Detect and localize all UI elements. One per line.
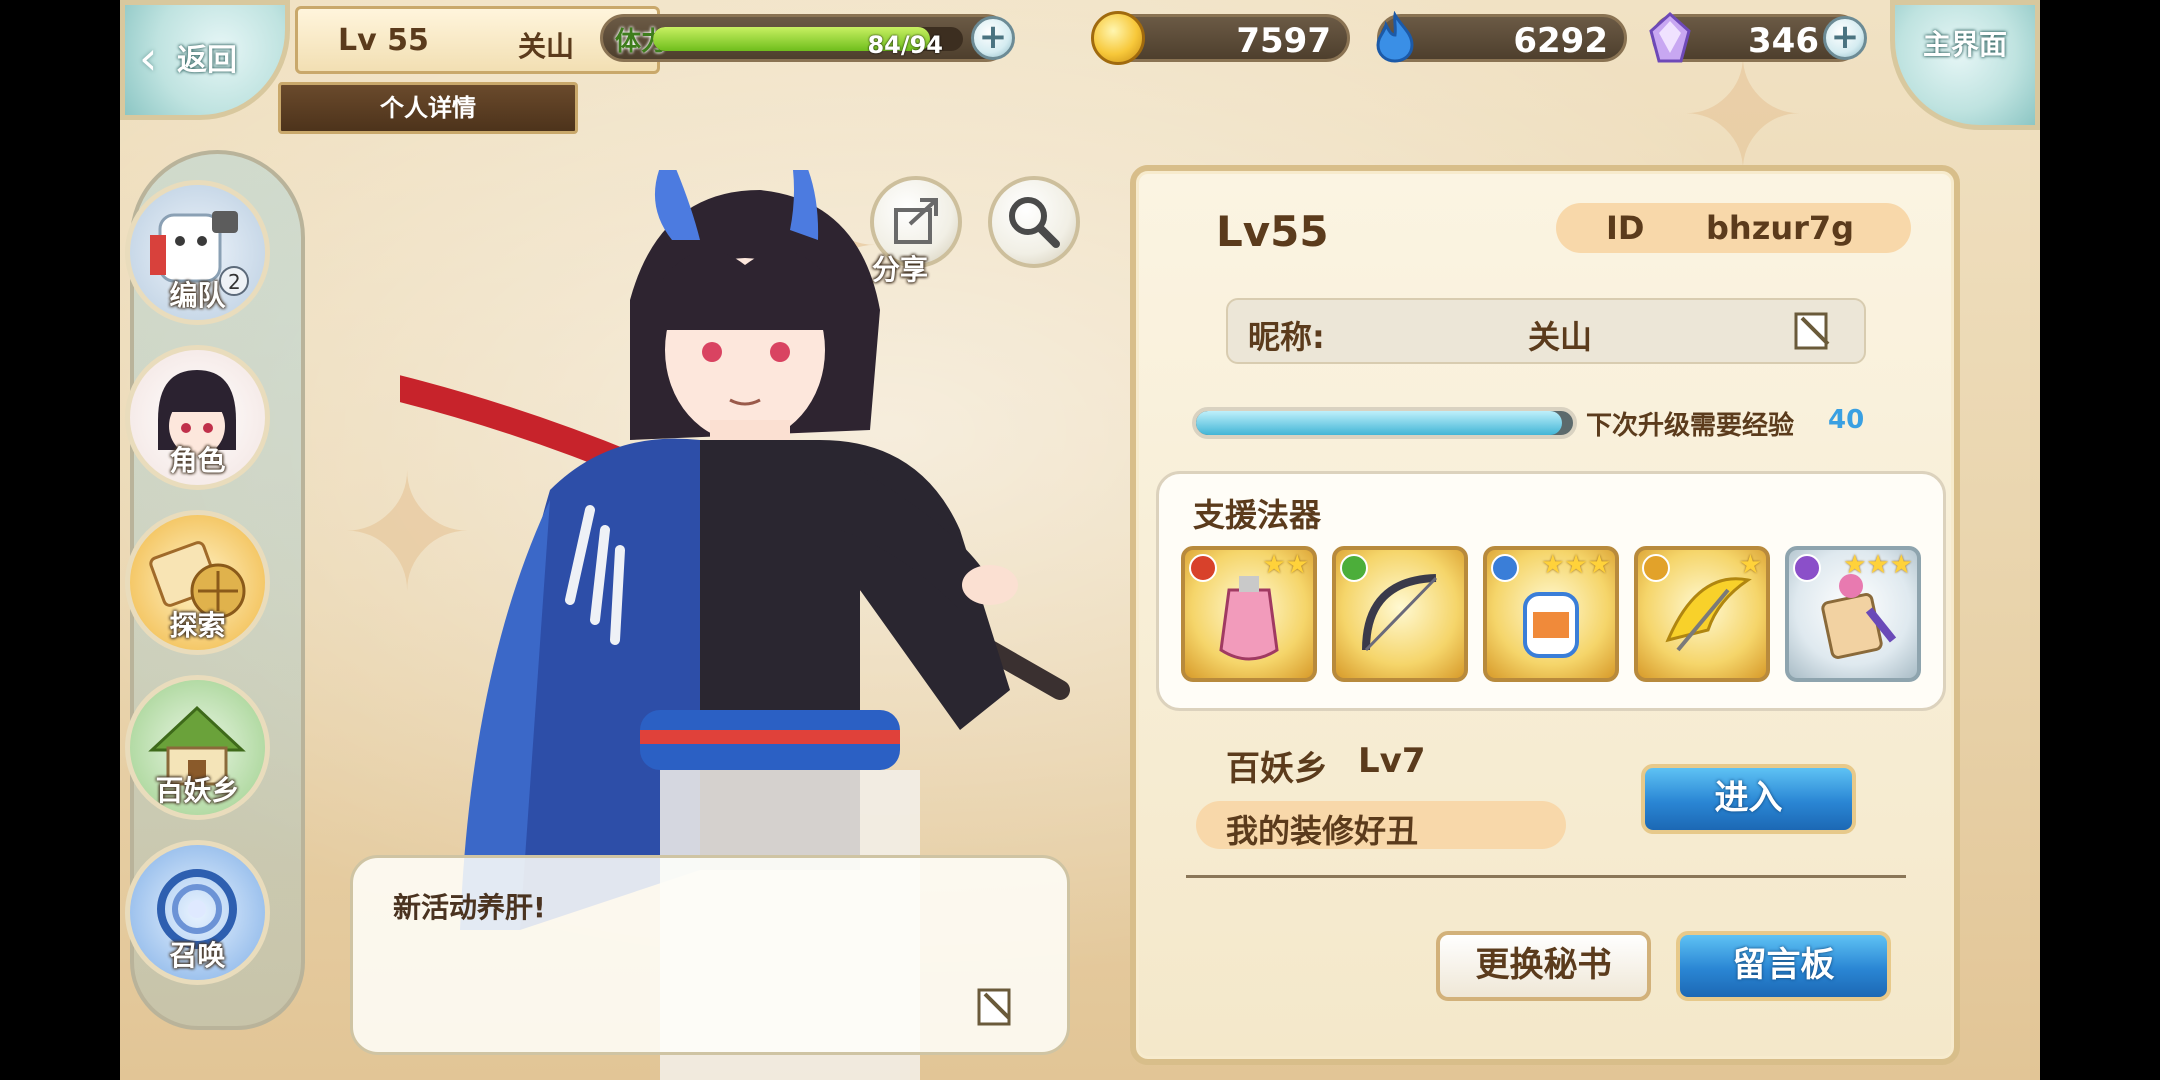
stamina-value: 84/94 xyxy=(867,31,943,59)
exp-value: 40 xyxy=(1828,405,1865,435)
player-level: Lv 55 xyxy=(338,23,429,58)
artifact-slot-3[interactable]: ★★★ xyxy=(1483,546,1619,682)
dark-bow-icon xyxy=(1362,574,1438,652)
nickname-value: 关山 xyxy=(1528,318,1593,356)
back-button[interactable]: ‹ 返回 xyxy=(120,0,290,120)
artifact-slot-1[interactable]: ★★ xyxy=(1181,546,1317,682)
nav-village-button[interactable]: 百妖乡 xyxy=(125,675,270,820)
magnifier-icon xyxy=(1009,197,1060,248)
main-menu-button[interactable]: 主界面 xyxy=(1890,0,2040,130)
profile-level: Lv55 xyxy=(1216,207,1329,256)
village-label: 百妖乡 xyxy=(1226,749,1328,789)
exp-progress-fill xyxy=(1196,411,1562,435)
artifact-slot-4[interactable]: ★ xyxy=(1634,546,1770,682)
panel-divider xyxy=(1186,875,1906,878)
blue-flame-counter: 6292 xyxy=(1376,10,1627,63)
crystal-icon xyxy=(1643,11,1697,65)
gold-value: 7597 xyxy=(1236,21,1331,61)
stage: ✦ ✦ ✦ ‹ 返回 Lv 55 关山 个人详情 体力 84/94 + 7597… xyxy=(120,0,2040,1080)
back-arrow-icon: ‹ xyxy=(139,31,158,85)
main-menu-label: 主界面 xyxy=(1923,28,2008,61)
artifact-slot-2[interactable] xyxy=(1332,546,1468,682)
crystal-counter: 346 + xyxy=(1649,11,1867,63)
edit-bubble-icon[interactable] xyxy=(973,984,1017,1028)
profile-panel: Lv55 ID bhzur7g 昵称: 关山 下次升级需要经验 40 支援法器 … xyxy=(1130,165,1960,1065)
jar-charm-icon xyxy=(1523,592,1579,658)
nav-character-button[interactable]: 角色 xyxy=(125,345,270,490)
blue-flame-value: 6292 xyxy=(1513,21,1608,61)
player-name: 关山 xyxy=(518,30,575,63)
nav-team-button[interactable]: 2 编队 xyxy=(125,180,270,325)
enter-village-button[interactable]: 进入 xyxy=(1641,764,1856,834)
back-label: 返回 xyxy=(177,43,237,78)
personal-detail-tab[interactable]: 个人详情 xyxy=(278,82,578,134)
exp-label: 下次升级需要经验 xyxy=(1586,411,1795,441)
exp-progress-bar xyxy=(1192,407,1577,439)
speech-bubble-text: 新活动养肝! xyxy=(393,891,546,924)
crystal-add-button[interactable]: + xyxy=(1823,16,1867,60)
nav-team-label: 编队 xyxy=(169,279,226,312)
nav-explore-button[interactable]: 探索 xyxy=(125,510,270,655)
support-artifacts-title: 支援法器 xyxy=(1193,496,1322,534)
talisman-tag-icon xyxy=(1821,574,1897,659)
id-value: bhzur7g xyxy=(1706,209,1855,247)
village-note-pill: 我的装修好丑 xyxy=(1196,801,1566,850)
gold-coin-icon xyxy=(1091,11,1145,65)
support-artifacts-box: 支援法器 ★★ ★★★ ★ ★★★ xyxy=(1156,471,1946,711)
golden-bird-icon xyxy=(1665,577,1752,652)
blue-flame-icon xyxy=(1368,10,1422,65)
share-label: 分享 xyxy=(872,253,929,286)
nickname-key: 昵称: xyxy=(1248,318,1325,356)
perfume-bottle-icon xyxy=(1219,576,1279,661)
nav-character-label: 角色 xyxy=(169,444,226,477)
stamina-bar: 体力 84/94 + xyxy=(600,14,1015,62)
nickname-row: 昵称: 关山 xyxy=(1226,298,1866,364)
speech-bubble: 新活动养肝! xyxy=(350,855,1070,1055)
nav-summon-label: 召唤 xyxy=(169,939,226,972)
zoom-view-button[interactable] xyxy=(988,176,1080,268)
nav-summon-button[interactable]: 召唤 xyxy=(125,840,270,985)
crystal-value: 346 xyxy=(1748,21,1819,61)
stamina-add-button[interactable]: + xyxy=(971,16,1015,60)
artifact-slot-5[interactable]: ★★★ xyxy=(1785,546,1921,682)
nav-explore-label: 探索 xyxy=(169,609,226,642)
id-key: ID xyxy=(1606,209,1645,247)
edit-nickname-icon[interactable] xyxy=(1790,308,1836,354)
change-secretary-button[interactable]: 更换秘书 xyxy=(1436,931,1651,1001)
nav-village-label: 百妖乡 xyxy=(155,774,240,807)
village-note: 我的装修好丑 xyxy=(1226,812,1419,850)
player-id-pill: ID bhzur7g xyxy=(1556,203,1911,253)
message-board-button[interactable]: 留言板 xyxy=(1676,931,1891,1001)
village-level: Lv7 xyxy=(1358,741,1426,781)
gold-counter: 7597 xyxy=(1091,11,1350,65)
